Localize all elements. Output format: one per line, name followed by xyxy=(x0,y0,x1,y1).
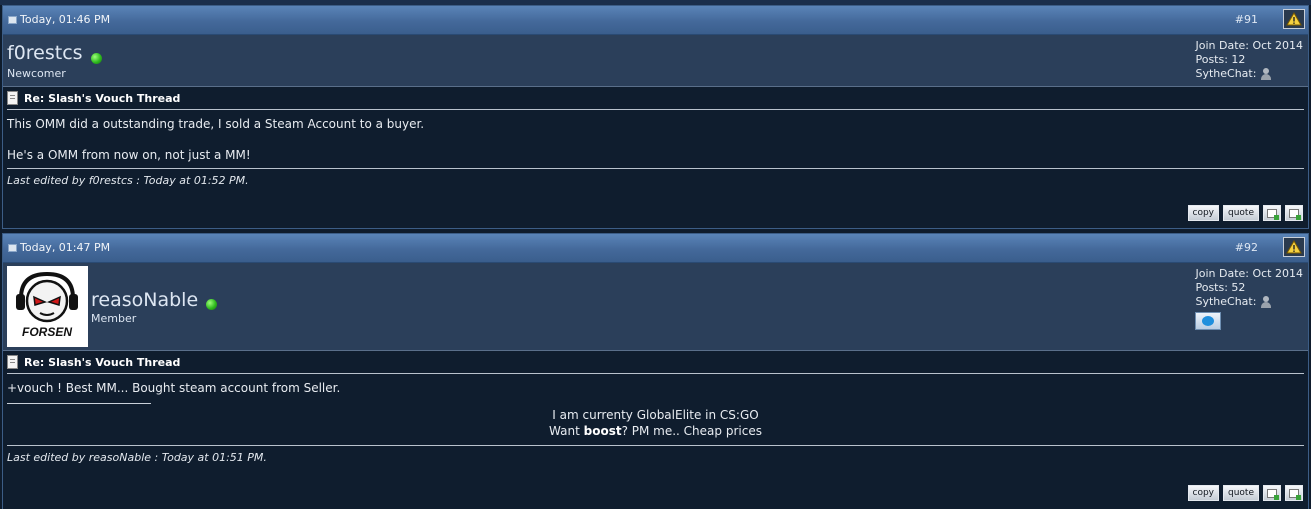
user-chat-icon[interactable] xyxy=(1260,68,1272,80)
copy-button[interactable]: copy xyxy=(1187,485,1219,501)
post-actions: copy quote xyxy=(1187,205,1303,221)
document-icon xyxy=(7,91,18,105)
online-status-icon xyxy=(91,53,102,64)
multiquote-button[interactable] xyxy=(1263,205,1281,221)
user-stats: Join Date: Oct 2014 Posts: 52 SytheChat: xyxy=(1195,267,1303,330)
signature-line-1: I am currenty GlobalElite in CS:GO xyxy=(552,408,759,422)
sythechat-label: SytheChat: xyxy=(1195,67,1257,80)
report-post-button[interactable] xyxy=(1283,237,1305,257)
edited-note: Last edited by reasoNable : Today at 01:… xyxy=(7,451,267,464)
edit-button[interactable] xyxy=(1285,485,1303,501)
post-status-icon xyxy=(8,15,17,24)
post-subject: Re: Slash's Vouch Thread xyxy=(7,87,1304,109)
post-message: +vouch ! Best MM... Bought steam account… xyxy=(7,374,1304,395)
user-info-bar: FORSEN reasoNable Member Join Date: Oct … xyxy=(3,263,1308,351)
post-subject-text: Re: Slash's Vouch Thread xyxy=(24,355,181,369)
post-number-link[interactable]: #92 xyxy=(1235,241,1258,254)
report-post-button[interactable] xyxy=(1283,9,1305,29)
divider xyxy=(7,168,1304,169)
post-count: Posts: 12 xyxy=(1195,53,1246,66)
sythechat-row: SytheChat: xyxy=(1195,295,1303,309)
post-subject: Re: Slash's Vouch Thread xyxy=(7,351,1304,373)
skype-button[interactable] xyxy=(1195,312,1222,330)
sythechat-row: SytheChat: xyxy=(1195,67,1303,81)
signature-text: Want xyxy=(549,424,584,438)
join-date: Join Date: Oct 2014 xyxy=(1195,39,1303,52)
username-link[interactable]: f0restcs xyxy=(7,42,83,64)
message-line: He's a OMM from now on, not just a MM! xyxy=(7,148,251,162)
warning-icon xyxy=(1286,12,1302,26)
post-header: Today, 01:46 PM #91 xyxy=(3,6,1308,35)
message-line: +vouch ! Best MM... Bought steam account… xyxy=(7,381,341,395)
user-title: Member xyxy=(91,312,137,325)
signature-divider xyxy=(7,403,151,404)
sythechat-label: SytheChat: xyxy=(1195,295,1257,308)
copy-button[interactable]: copy xyxy=(1187,205,1219,221)
quote-button[interactable]: quote xyxy=(1223,485,1259,501)
document-icon xyxy=(7,355,18,369)
post-header: Today, 01:47 PM #92 xyxy=(3,234,1308,263)
edit-icon xyxy=(1289,488,1301,500)
post-message: This OMM did a outstanding trade, I sold… xyxy=(7,110,1304,162)
edit-icon xyxy=(1289,208,1301,220)
quote-button[interactable]: quote xyxy=(1223,205,1259,221)
post-date: Today, 01:47 PM xyxy=(8,241,110,254)
edited-note: Last edited by f0restcs : Today at 01:52… xyxy=(7,174,249,187)
post-count: Posts: 52 xyxy=(1195,281,1246,294)
post-92: Today, 01:47 PM #92 FORSEN reasoNable Me… xyxy=(2,233,1309,509)
join-date: Join Date: Oct 2014 xyxy=(1195,267,1303,280)
post-date-text: Today, 01:46 PM xyxy=(20,13,111,26)
skype-icon xyxy=(1202,316,1215,326)
warning-icon xyxy=(1286,240,1302,254)
multiquote-icon xyxy=(1267,208,1279,220)
signature-text: ? PM me.. Cheap prices xyxy=(621,424,762,438)
post-actions: copy quote xyxy=(1187,485,1303,501)
user-info-bar: f0restcs Newcomer Join Date: Oct 2014 Po… xyxy=(3,35,1308,87)
signature-bold-text: boost xyxy=(583,424,622,438)
multiquote-button[interactable] xyxy=(1263,485,1281,501)
post-date-text: Today, 01:47 PM xyxy=(20,241,111,254)
post-body: Re: Slash's Vouch Thread This OMM did a … xyxy=(3,87,1308,187)
post-body: Re: Slash's Vouch Thread +vouch ! Best M… xyxy=(3,351,1308,464)
user-stats: Join Date: Oct 2014 Posts: 12 SytheChat: xyxy=(1195,39,1303,81)
signature: I am currenty GlobalElite in CS:GO Want … xyxy=(7,407,1304,439)
post-subject-text: Re: Slash's Vouch Thread xyxy=(24,91,181,105)
edit-button[interactable] xyxy=(1285,205,1303,221)
avatar-logo-text: FORSEN xyxy=(22,325,72,339)
divider xyxy=(7,445,1304,446)
avatar[interactable]: FORSEN xyxy=(7,266,88,347)
message-line: This OMM did a outstanding trade, I sold… xyxy=(7,117,425,131)
forsen-avatar-image: FORSEN xyxy=(7,266,88,347)
user-chat-icon[interactable] xyxy=(1260,296,1272,308)
signature-line-2: Want boost? PM me.. Cheap prices xyxy=(7,423,1304,439)
post-91: Today, 01:46 PM #91 f0restcs Newcomer Jo… xyxy=(2,5,1309,229)
online-status-icon xyxy=(206,299,217,310)
post-number-link[interactable]: #91 xyxy=(1235,13,1258,26)
post-date: Today, 01:46 PM xyxy=(8,13,110,26)
multiquote-icon xyxy=(1267,488,1279,500)
user-title: Newcomer xyxy=(7,67,66,80)
post-status-icon xyxy=(8,243,17,252)
username-link[interactable]: reasoNable xyxy=(91,289,198,311)
